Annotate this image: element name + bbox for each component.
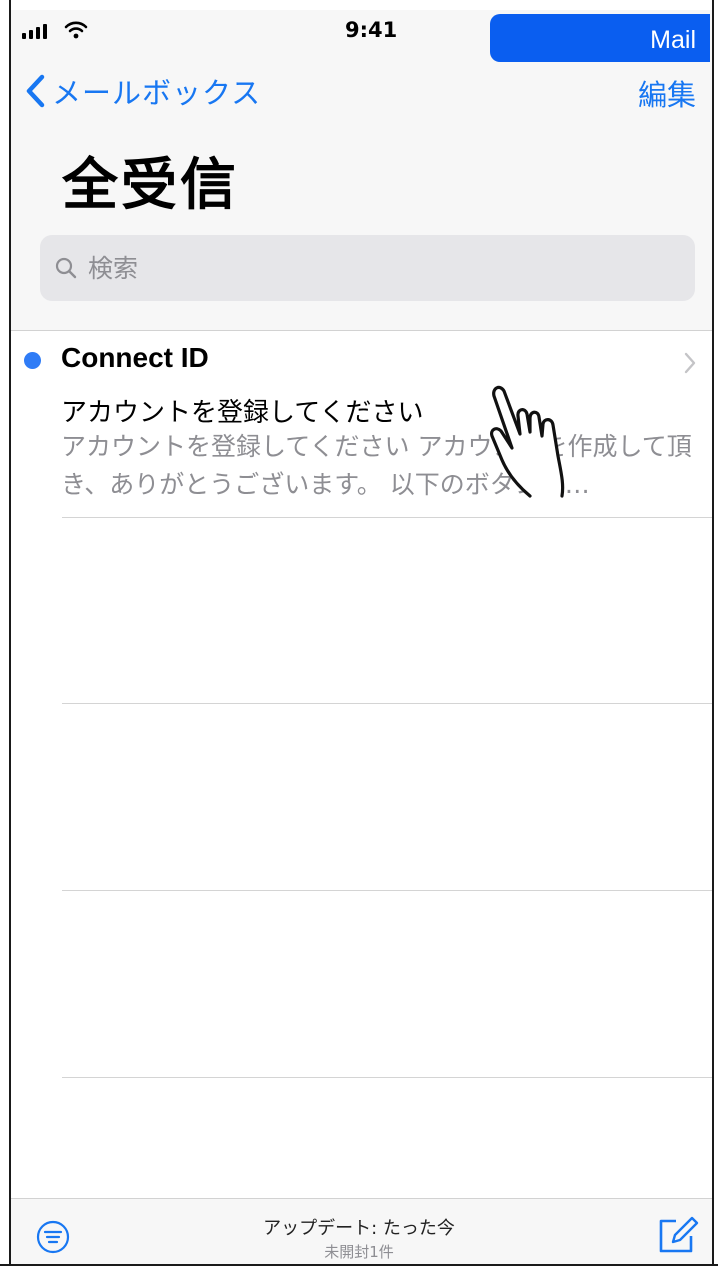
list-separator [62,1077,712,1078]
message-sender: Connect ID [61,342,209,373]
compose-icon[interactable] [656,1212,700,1256]
update-status: アップデート: たった今 [263,1218,455,1239]
search-input[interactable] [88,235,668,301]
search-bar[interactable] [40,235,695,301]
active-app-label: Mail [650,26,696,54]
message-preview: アカウントを登録してください アカウントを作成して頂き、ありがとうございます。 … [61,432,692,499]
message-subject: アカウントを登録してください [61,398,424,428]
status-time: 9:41 [345,18,398,42]
unread-count: 未開封1件 [324,1243,394,1261]
phone-frame-bottom [0,1264,718,1270]
back-chevron-icon [26,74,45,108]
edit-button[interactable]: 編集 [638,72,696,114]
chevron-right-icon [684,352,696,374]
back-button[interactable]: メールボックス [24,70,261,112]
list-separator [62,703,712,704]
wifi-icon [64,21,88,39]
hand-pointer-icon [490,385,565,498]
list-separator [62,890,712,891]
signal-icon [22,24,47,39]
phone-frame-left [0,0,11,1270]
list-separator [62,517,712,518]
search-icon [55,257,77,279]
screen-top-edge [0,0,718,10]
unread-indicator [24,352,41,369]
page-title: 全受信 [62,153,239,218]
active-app-indicator[interactable]: Mail [490,14,710,62]
back-button-label: メールボックス [52,76,262,110]
phone-frame-right [712,0,718,1270]
header-divider [11,330,712,331]
